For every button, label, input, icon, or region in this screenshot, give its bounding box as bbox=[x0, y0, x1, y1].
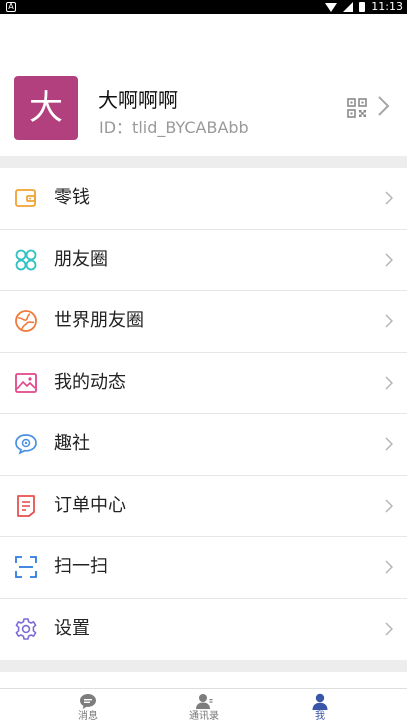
document-icon bbox=[17, 494, 35, 517]
tab-label: 我 bbox=[315, 711, 325, 722]
status-indicators: 11:13 bbox=[325, 0, 403, 14]
avatar[interactable]: 大 bbox=[14, 76, 78, 140]
menu-item-label: 扫一扫 bbox=[54, 556, 108, 578]
image-icon bbox=[15, 372, 37, 393]
menu-item-moments[interactable]: 朋友圈 bbox=[0, 229, 407, 291]
menu-item-scan[interactable]: 扫一扫 bbox=[0, 537, 407, 599]
menu-item-world-moments[interactable]: 世界朋友圈 bbox=[0, 291, 407, 353]
blank-section bbox=[0, 672, 407, 688]
chevron-right-icon bbox=[385, 191, 393, 205]
menu-item-label: 朋友圈 bbox=[54, 248, 108, 270]
wallet-icon bbox=[15, 189, 36, 208]
menu-item-my-posts[interactable]: 我的动态 bbox=[0, 352, 407, 414]
menu-item-label: 零钱 bbox=[54, 187, 90, 209]
chevron-right-icon bbox=[385, 314, 393, 328]
chevron-right-icon bbox=[385, 560, 393, 574]
tab-me[interactable]: 我 bbox=[280, 689, 360, 725]
tab-label: 通讯录 bbox=[189, 711, 219, 722]
app-badge-icon: A bbox=[6, 2, 16, 12]
bottom-tab-bar: 消息 通讯录 我 bbox=[0, 688, 407, 725]
gear-icon bbox=[15, 618, 37, 641]
profile-name: 大啊啊啊 bbox=[98, 88, 178, 112]
tab-messages[interactable]: 消息 bbox=[48, 689, 128, 725]
four-circles-icon bbox=[15, 249, 37, 271]
wifi-icon bbox=[325, 2, 338, 12]
menu-item-label: 趣社 bbox=[54, 433, 90, 455]
chevron-right-icon[interactable] bbox=[375, 94, 391, 118]
chevron-right-icon bbox=[385, 499, 393, 513]
menu-item-label: 设置 bbox=[54, 618, 90, 640]
chevron-right-icon bbox=[385, 376, 393, 390]
chat-bubble-icon bbox=[15, 434, 37, 455]
chevron-right-icon bbox=[385, 622, 393, 636]
menu-list: 零钱 朋友圈 世界朋友圈 我的动态 趣社 订单中心 扫一扫 设置 bbox=[0, 168, 407, 660]
person-icon bbox=[312, 693, 328, 710]
tab-label: 消息 bbox=[78, 711, 98, 722]
chevron-right-icon bbox=[385, 253, 393, 267]
tab-contacts[interactable]: 通讯录 bbox=[164, 689, 244, 725]
chevron-right-icon bbox=[385, 437, 393, 451]
menu-item-settings[interactable]: 设置 bbox=[0, 598, 407, 660]
profile-id: ID：tlid_BYCABAbb bbox=[99, 118, 249, 137]
signal-icon bbox=[343, 2, 354, 12]
section-divider bbox=[0, 156, 407, 168]
scan-icon bbox=[15, 556, 37, 579]
status-time: 11:13 bbox=[371, 0, 403, 13]
contacts-icon bbox=[196, 694, 213, 709]
message-icon bbox=[80, 694, 96, 709]
menu-item-label: 订单中心 bbox=[54, 494, 126, 516]
menu-item-label: 世界朋友圈 bbox=[54, 310, 144, 332]
globe-icon bbox=[15, 310, 37, 333]
section-divider bbox=[0, 660, 407, 672]
menu-item-wallet[interactable]: 零钱 bbox=[0, 168, 407, 230]
status-bar: A 11:13 bbox=[0, 0, 407, 14]
qr-code-icon[interactable] bbox=[347, 98, 367, 118]
menu-item-label: 我的动态 bbox=[54, 371, 126, 393]
profile-header[interactable]: 大 大啊啊啊 ID：tlid_BYCABAbb bbox=[0, 14, 407, 156]
menu-item-orders[interactable]: 订单中心 bbox=[0, 475, 407, 537]
menu-item-community[interactable]: 趣社 bbox=[0, 414, 407, 476]
battery-icon bbox=[359, 2, 366, 12]
